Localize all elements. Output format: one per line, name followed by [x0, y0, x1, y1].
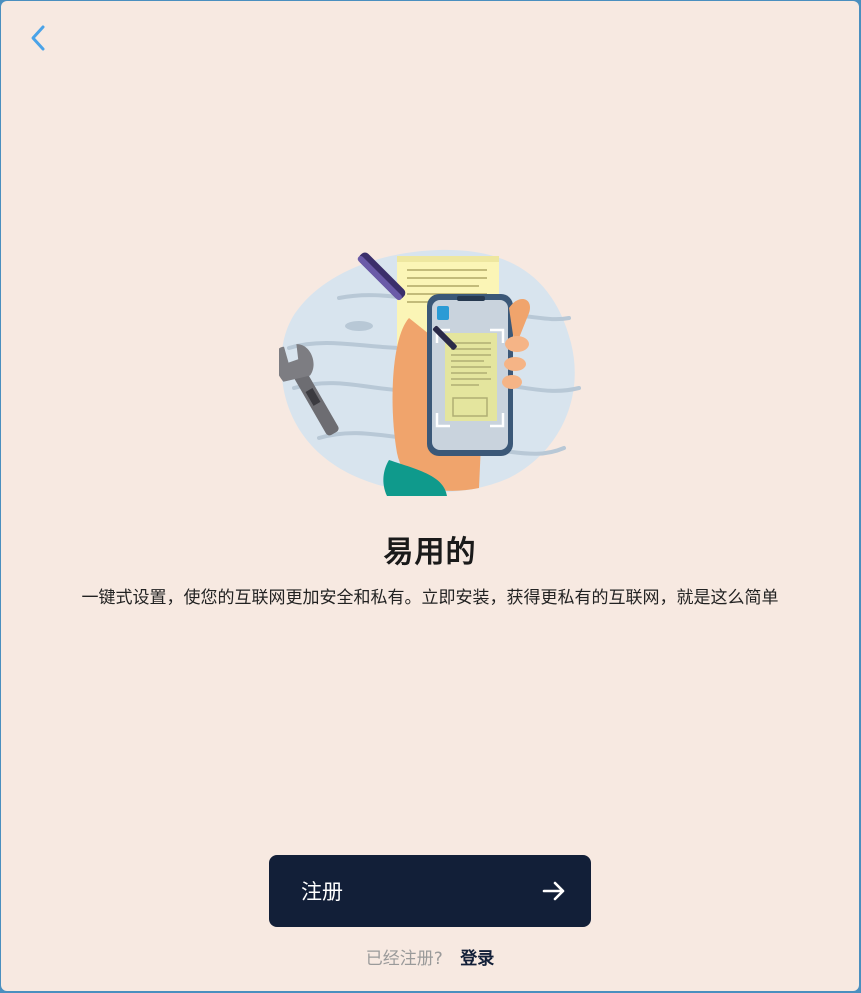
register-button[interactable]: 注册: [269, 855, 591, 927]
register-label: 注册: [301, 880, 343, 904]
app-window: 易用的 一键式设置，使您的互联网更加安全和私有。立即安装，获得更私有的互联网，就…: [1, 1, 859, 991]
page-title: 易用的: [383, 535, 477, 570]
login-link[interactable]: 登录: [460, 949, 494, 969]
already-registered-text: 已经注册?: [365, 949, 443, 969]
back-button[interactable]: [21, 21, 55, 55]
chevron-left-icon: [31, 25, 45, 51]
login-row: 已经注册? 登录: [1, 944, 859, 969]
arrow-right-icon: [542, 881, 565, 901]
phone-scan-document-illustration: [279, 249, 581, 496]
page-description: 一键式设置，使您的互联网更加安全和私有。立即安装，获得更私有的互联网，就是这么简…: [81, 588, 779, 608]
